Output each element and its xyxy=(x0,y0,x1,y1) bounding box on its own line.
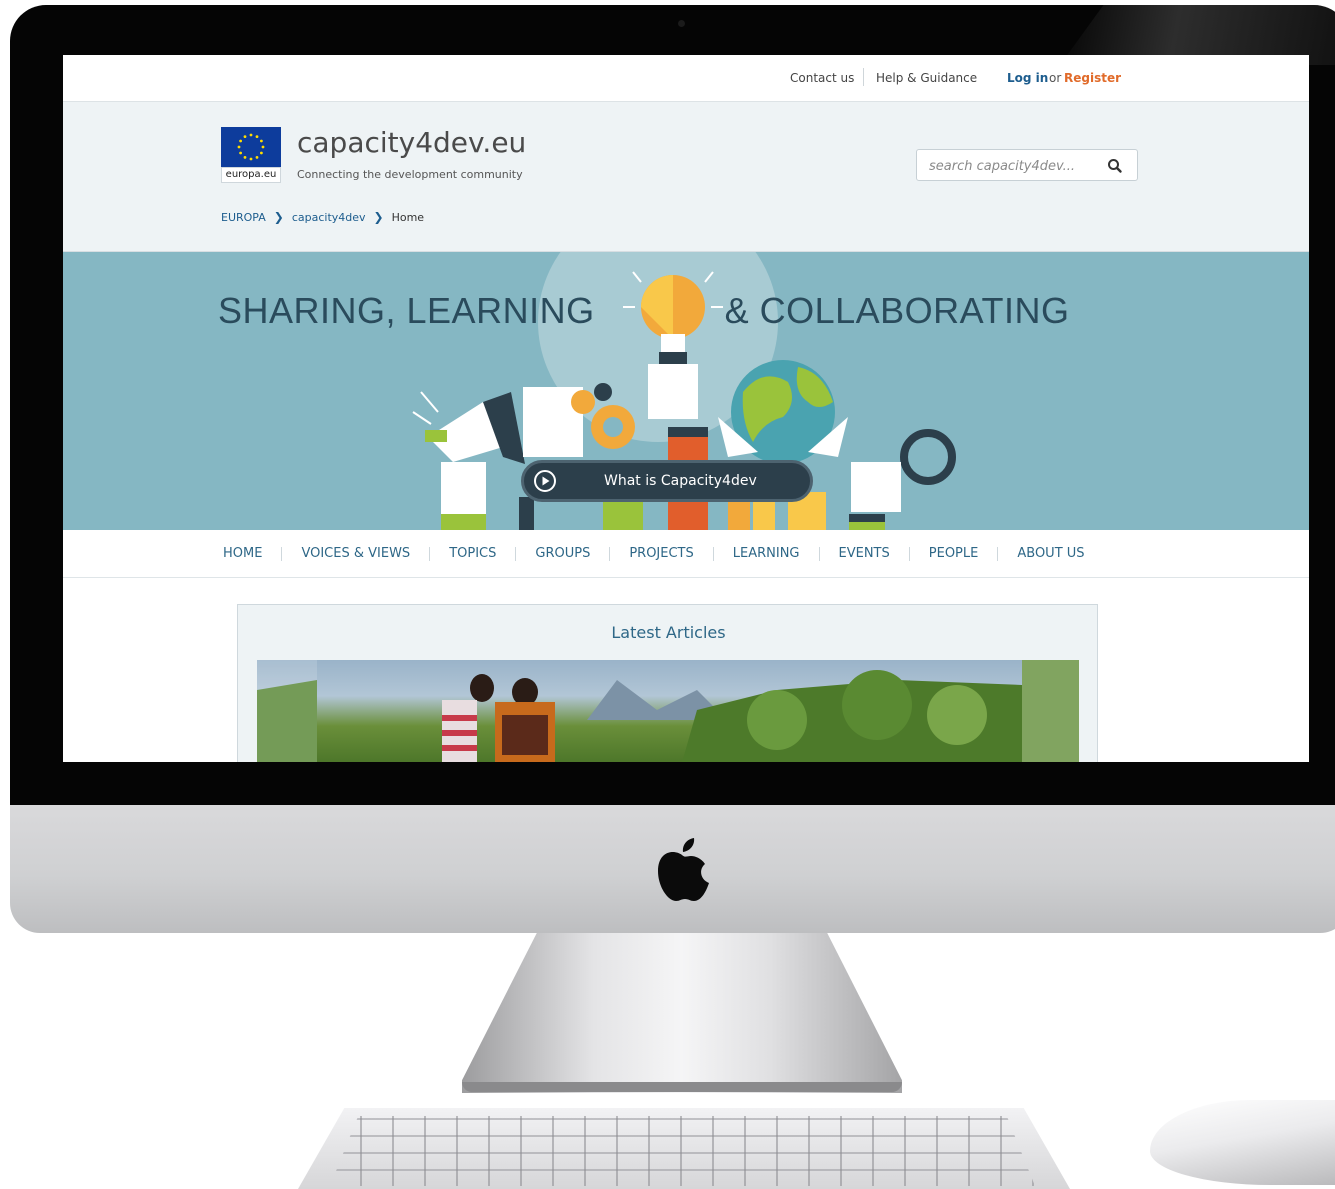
main-navigation: HOME VOICES & VIEWS TOPICS GROUPS PROJEC… xyxy=(63,530,1309,578)
nav-item-voices-views[interactable]: VOICES & VIEWS xyxy=(282,546,431,561)
breadcrumb: EUROPA ❯ capacity4dev ❯ Home xyxy=(221,210,424,224)
search-icon[interactable] xyxy=(1105,156,1125,176)
help-guidance-link[interactable]: Help & Guidance xyxy=(876,71,977,85)
camera-icon xyxy=(678,20,685,27)
nav-item-events[interactable]: EVENTS xyxy=(820,546,910,561)
apple-logo-icon xyxy=(652,835,712,905)
magnifier-icon xyxy=(849,429,956,530)
hero-banner: SHARING, LEARNING & COLLABORATING What is… xyxy=(63,252,1309,530)
register-link[interactable]: Register xyxy=(1064,71,1121,85)
nav-item-learning[interactable]: LEARNING xyxy=(714,546,820,561)
nav-item-projects[interactable]: PROJECTS xyxy=(610,546,714,561)
nav-list: HOME VOICES & VIEWS TOPICS GROUPS PROJEC… xyxy=(223,530,1104,577)
chevron-right-icon: ❯ xyxy=(273,210,284,224)
article-image[interactable] xyxy=(257,660,1079,762)
stand-base xyxy=(462,1082,902,1092)
latest-articles-panel: Latest Articles xyxy=(237,604,1098,762)
breadcrumb-europa[interactable]: EUROPA xyxy=(221,211,266,224)
monitor-stand xyxy=(462,933,902,1093)
search-input[interactable] xyxy=(927,156,1091,176)
chevron-right-icon: ❯ xyxy=(373,210,384,224)
breadcrumb-current: Home xyxy=(391,210,425,224)
top-utility-bar: Contact us Help & Guidance Log in or Reg… xyxy=(63,55,1309,102)
megaphone-icon xyxy=(425,392,525,530)
video-button-label: What is Capacity4dev xyxy=(604,473,757,489)
divider xyxy=(863,68,864,86)
browser-screen: Contact us Help & Guidance Log in or Reg… xyxy=(63,55,1309,762)
search-box xyxy=(916,149,1138,181)
eu-flag-icon[interactable] xyxy=(221,127,281,167)
login-link[interactable]: Log in xyxy=(1007,71,1048,85)
site-tagline: Connecting the development community xyxy=(297,168,523,181)
nav-item-about-us[interactable]: ABOUT US xyxy=(998,546,1103,561)
or-text: or xyxy=(1049,71,1062,85)
banner-title-left: SHARING, LEARNING xyxy=(218,290,595,331)
site-header: europa.eu capacity4dev.eu Connecting the… xyxy=(63,102,1309,252)
nav-item-groups[interactable]: GROUPS xyxy=(516,546,611,561)
contact-us-link[interactable]: Contact us xyxy=(790,71,854,85)
keyboard-keys xyxy=(330,1116,1035,1186)
europa-eu-label[interactable]: europa.eu xyxy=(221,167,281,183)
nav-item-home[interactable]: HOME xyxy=(223,546,283,561)
latest-articles-title: Latest Articles xyxy=(611,623,726,642)
play-icon xyxy=(533,469,557,493)
banner-title-right: & COLLABORATING xyxy=(724,290,1070,331)
nav-item-people[interactable]: PEOPLE xyxy=(910,546,999,561)
nav-item-topics[interactable]: TOPICS xyxy=(430,546,517,561)
what-is-capacity4dev-button[interactable]: What is Capacity4dev xyxy=(521,460,813,502)
site-title[interactable]: capacity4dev.eu xyxy=(297,126,526,159)
banner-title: SHARING, LEARNING & COLLABORATING xyxy=(218,290,1070,332)
mouse xyxy=(1150,1100,1335,1185)
breadcrumb-capacity4dev[interactable]: capacity4dev xyxy=(292,211,366,224)
